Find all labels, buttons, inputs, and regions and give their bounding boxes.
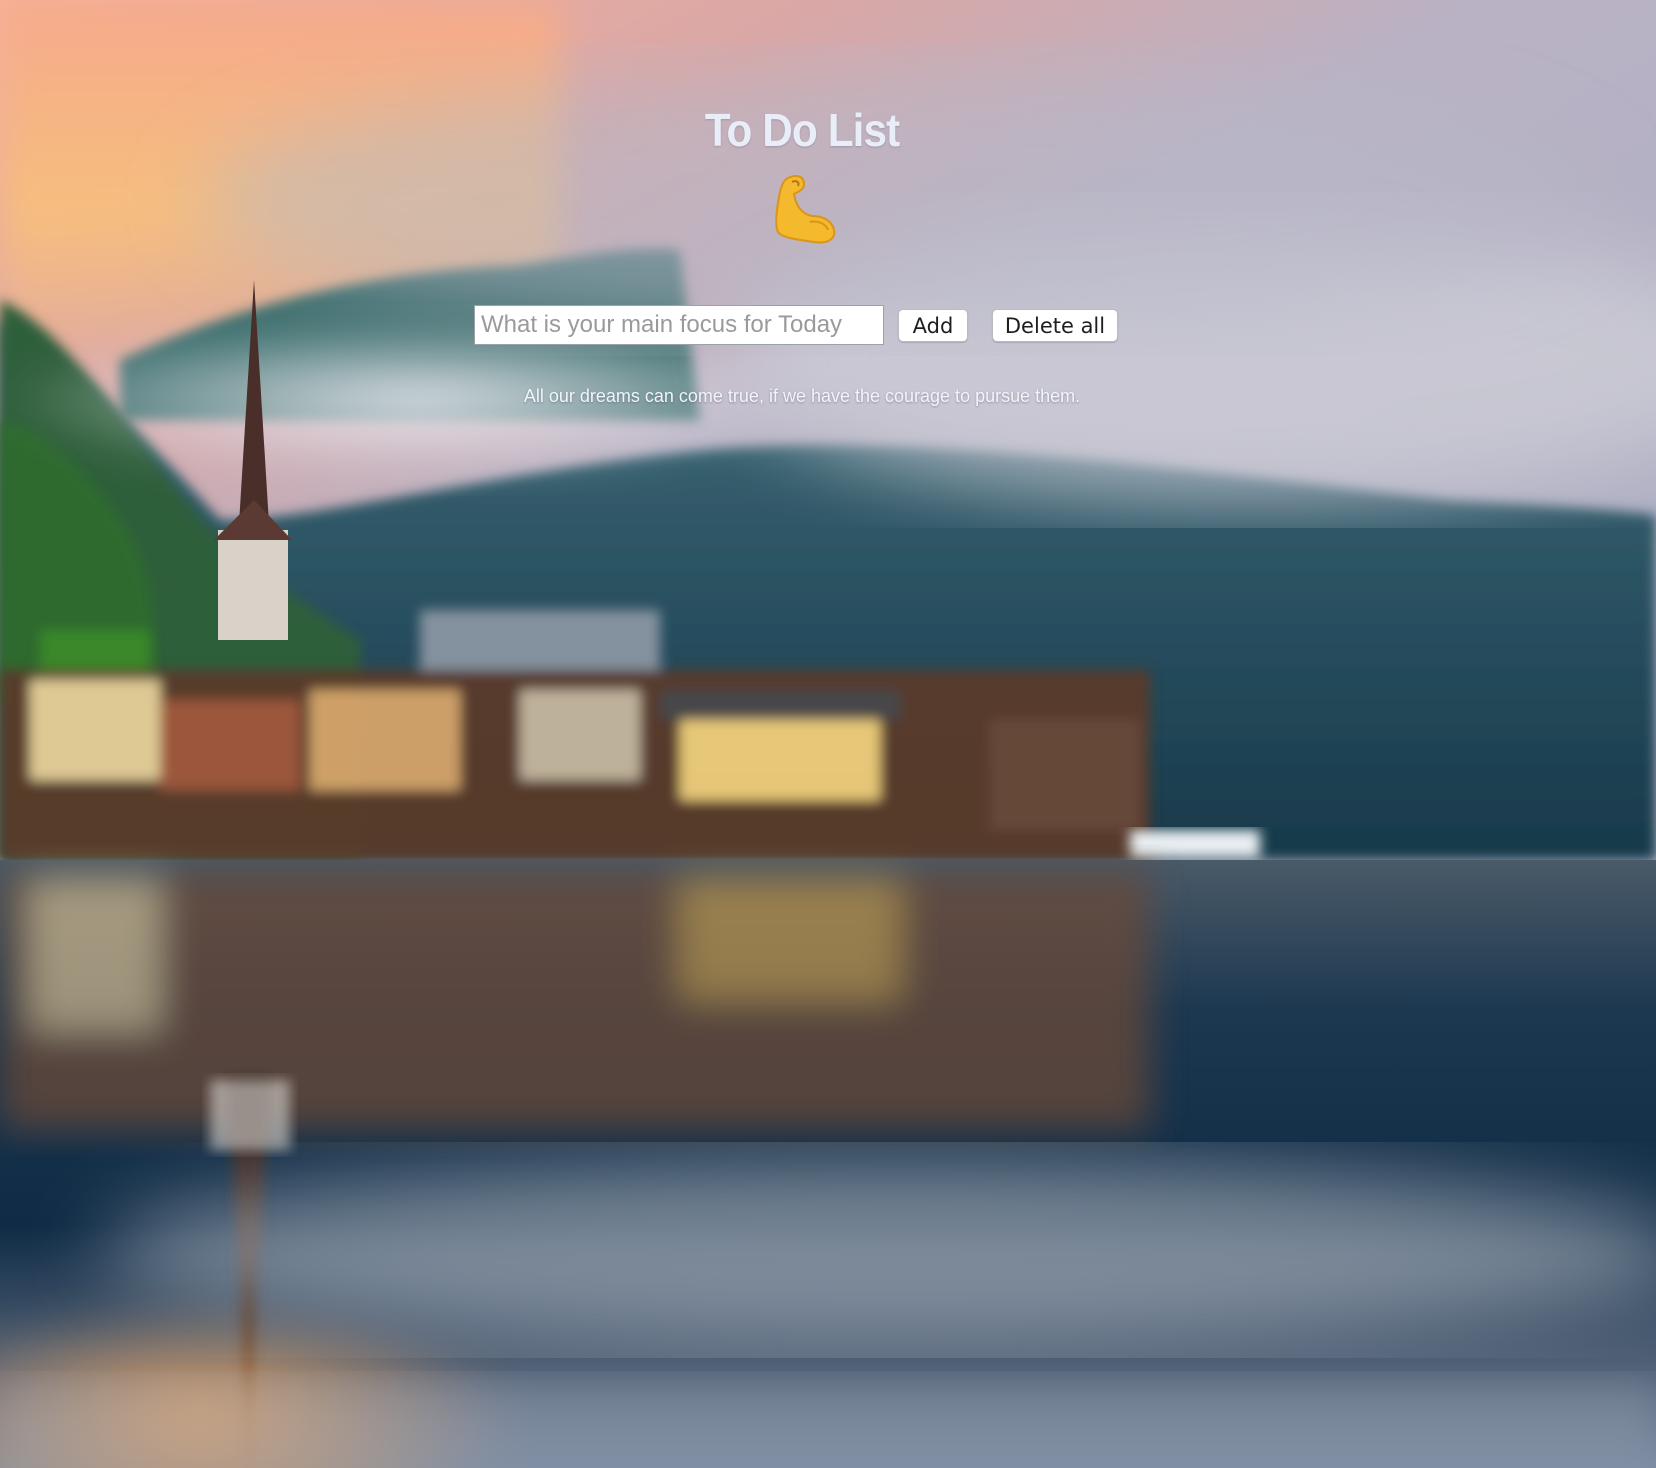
flexed-biceps-icon — [770, 172, 838, 244]
delete-all-button[interactable]: Delete all — [992, 309, 1118, 342]
add-button[interactable]: Add — [898, 309, 968, 342]
motivational-quote: All our dreams can come true, if we have… — [523, 386, 1081, 406]
focus-input[interactable] — [474, 305, 884, 345]
page-title: To Do List — [704, 103, 900, 156]
